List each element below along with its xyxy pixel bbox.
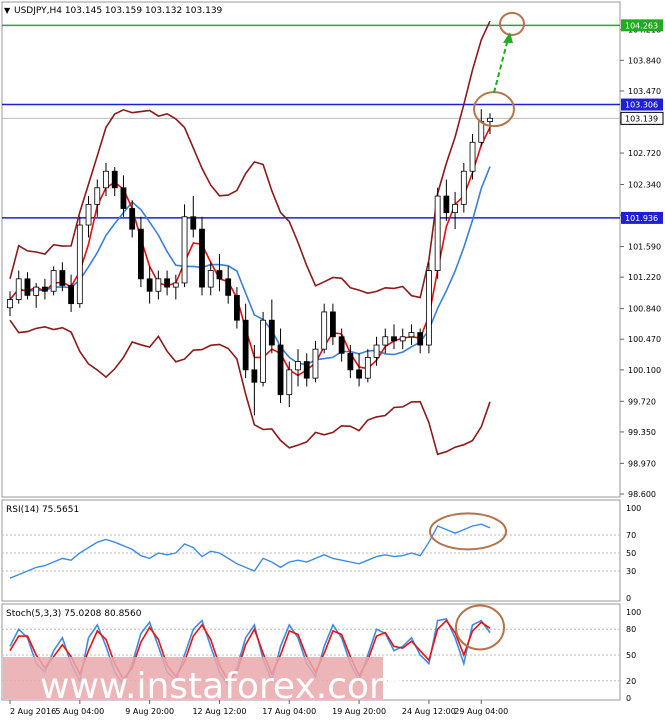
candle-body [382,336,389,346]
stoch-tick-label: 100 [626,608,641,617]
time-tick-label: 12 Aug 12:00 [192,707,246,716]
candle-body [225,278,232,296]
candle-body [234,294,240,321]
candle-body [33,286,40,296]
candle-body [277,344,284,396]
stoch-title: Stoch(5,3,3) 75.0208 80.8560 [6,609,142,619]
rsi-tick-label: 50 [626,549,636,558]
time-tick-label: 17 Aug 04:00 [262,707,316,716]
candle-body [452,203,458,214]
candle-body [94,187,101,205]
candle-body [399,336,406,342]
candle-body [478,121,485,143]
stoch-tick-label: 0 [626,694,631,703]
candle-body [417,332,424,346]
candle-body [330,311,336,338]
candle-body [164,278,170,288]
candle-body [103,170,109,189]
candle-body [426,270,432,346]
candle-body [172,282,179,288]
time-tick-label: 19 Aug 20:00 [332,707,386,716]
price-level-label: 101.936 [625,214,658,223]
time-tick-label: 5 Aug 04:00 [55,707,104,716]
candle-body [181,216,188,284]
price-tick-label: 102.720 [628,149,661,158]
price-tick-label: 100.840 [628,305,661,314]
price-tick-label: 98.970 [628,459,656,468]
candle-body [190,216,197,230]
candle-body [111,170,118,189]
price-tick-label: 102.340 [628,180,661,189]
main-chart-title: USDJPY,H4 103.145 103.159 103.132 103.13… [14,6,223,16]
candle-body [268,319,275,346]
candle-body [434,195,441,271]
candle-body [155,278,162,292]
candle-body [85,203,92,226]
chevron-down-icon[interactable]: ▼ [4,6,11,15]
price-tick-label: 100.100 [628,366,661,375]
time-tick-label: 24 Aug 12:00 [402,707,456,716]
price-tick-label: 103.840 [628,56,661,65]
candle-body [207,270,214,288]
price-level-label: 104.263 [625,21,658,30]
candle-body [443,195,450,214]
candle-body [216,270,223,280]
stoch-tick-label: 20 [626,677,636,686]
candle-body [242,319,249,371]
candle-body [312,348,319,379]
candle-body [408,332,415,338]
current-price-label: 103.139 [625,114,658,123]
price-tick-label: 103.470 [628,87,661,96]
candle-body [469,141,476,172]
usdjpy-chart: 104.210103.840103.470103.095102.720102.3… [0,0,665,723]
candle-body [59,270,66,286]
candle-body [120,187,127,209]
candle-body [68,285,74,305]
candle-body [260,319,266,383]
candle-body [7,299,13,309]
watermark-text: www.instaforex.com [40,666,404,707]
rsi-tick-label: 70 [626,531,636,540]
candle-body [129,208,136,230]
candle-body [50,270,57,292]
time-tick-label: 29 Aug 04:00 [454,707,508,716]
price-tick-label: 99.720 [628,397,656,406]
candle-body [286,369,293,396]
time-tick-label: 2 Aug 2016 [10,707,56,716]
candle-body [364,357,371,379]
rsi-tick-label: 100 [626,504,641,513]
candle-body [487,117,493,122]
candle-body [199,228,205,288]
stoch-tick-label: 80 [626,625,636,634]
candle-body [42,286,48,292]
time-tick-label: 9 Aug 20:00 [125,707,174,716]
price-tick-label: 100.470 [628,335,661,344]
stoch-tick-label: 50 [626,651,636,660]
candle-body [347,352,354,371]
candle-body [251,369,258,383]
rsi-tick-label: 0 [626,594,631,603]
price-tick-label: 99.350 [628,428,656,437]
candle-body [15,278,22,300]
rsi-title: RSI(14) 75.5651 [6,505,79,515]
price-tick-label: 101.220 [628,273,661,282]
candle-body [391,336,397,342]
candle-body [321,311,328,350]
price-tick-label: 98.600 [628,490,656,499]
price-tick-label: 101.590 [628,243,661,252]
candle-body [138,228,144,280]
candle-body [373,344,380,358]
rsi-tick-label: 30 [626,567,636,576]
candle-body [146,278,153,292]
candle-body [76,224,83,305]
candle-body [356,369,362,379]
candle-body [460,170,467,205]
price-level-label: 103.306 [625,101,658,110]
candle-body [303,361,310,379]
candle-body [24,278,31,296]
candle-body [338,336,345,354]
candle-body [295,361,301,371]
